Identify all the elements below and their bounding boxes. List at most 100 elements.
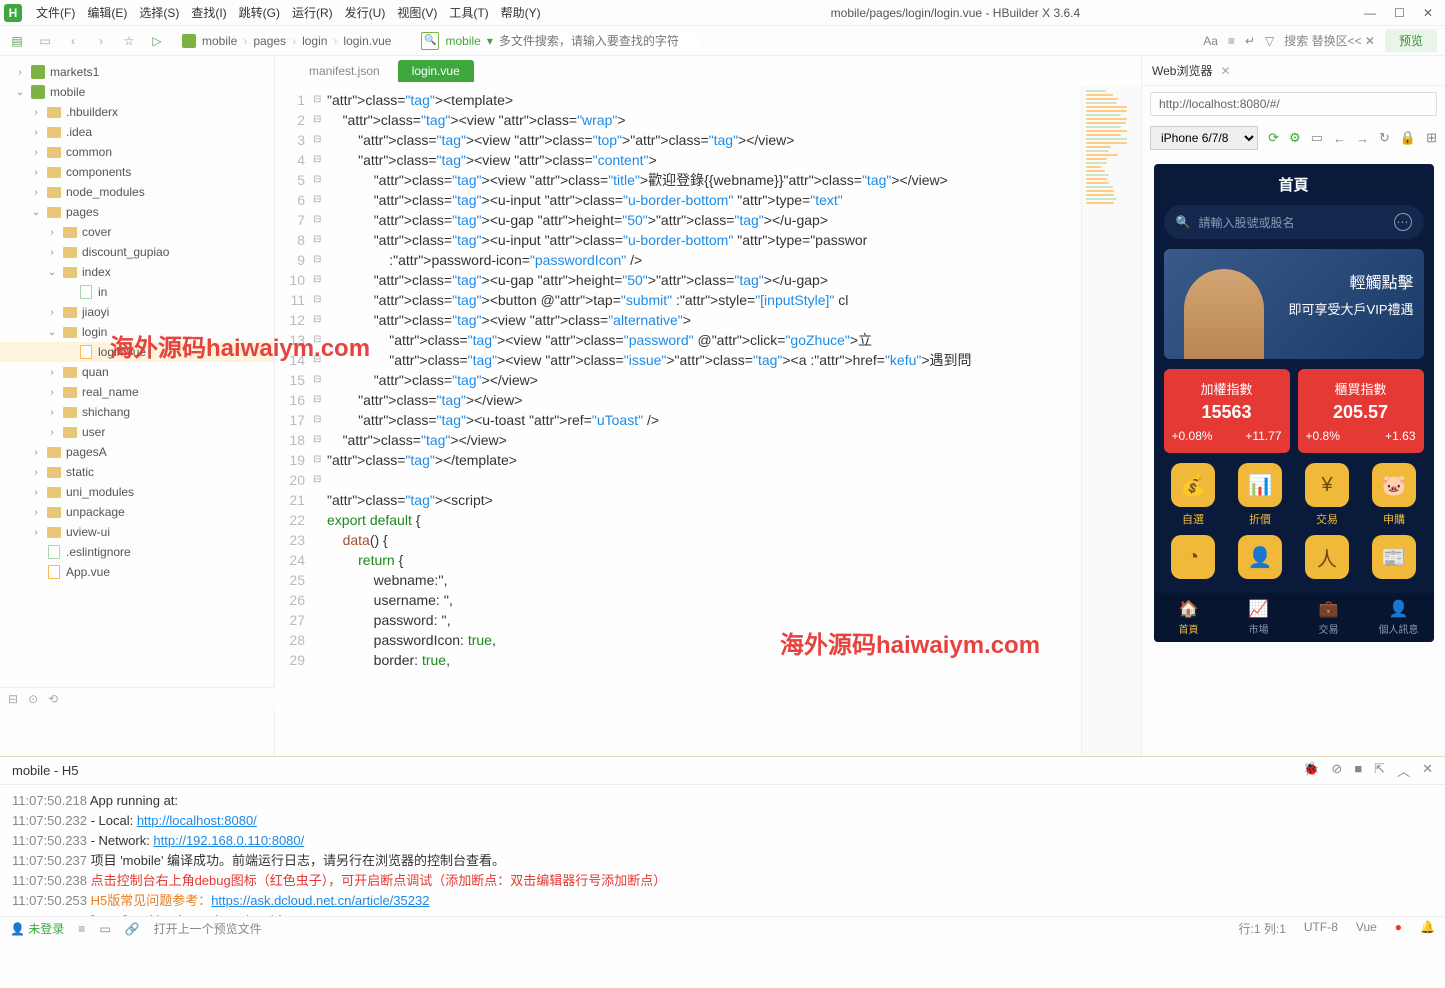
tabbar-item[interactable]: 🏠首頁 — [1154, 599, 1224, 636]
feature-icon[interactable]: ¥交易 — [1298, 463, 1357, 527]
forward-icon[interactable]: › — [92, 32, 110, 50]
expand-icon[interactable]: ⇱ — [1374, 761, 1385, 780]
tree-item-Appvue[interactable]: App.vue — [0, 562, 274, 582]
menu-item[interactable]: 运行(R) — [286, 4, 339, 21]
menu-item[interactable]: 跳转(G) — [233, 4, 286, 21]
filter-icon[interactable]: ▽ — [1265, 34, 1274, 48]
run-icon[interactable]: ▷ — [148, 32, 166, 50]
language-mode[interactable]: Vue — [1356, 920, 1377, 937]
project-selector[interactable]: mobile — [445, 34, 480, 48]
device-icon[interactable]: ▭ — [1311, 130, 1323, 146]
menu-item[interactable]: 查找(I) — [185, 4, 232, 21]
text-format-icon[interactable]: Aa — [1203, 34, 1218, 48]
sync-status-icon[interactable]: ● — [1395, 920, 1402, 937]
back-icon[interactable]: ‹ — [64, 32, 82, 50]
browser-tab-label[interactable]: Web浏览器 — [1152, 62, 1212, 79]
tree-item-cover[interactable]: ›cover — [0, 222, 274, 242]
bell-icon[interactable]: 🔔 — [1420, 920, 1435, 937]
editor-tab[interactable]: login.vue — [398, 60, 474, 82]
preview-button[interactable]: 预览 — [1385, 29, 1437, 52]
reload-icon[interactable]: ↻ — [1379, 130, 1390, 146]
device-select[interactable]: iPhone 6/7/8 — [1150, 126, 1258, 150]
tree-item-uviewui[interactable]: ›uview-ui — [0, 522, 274, 542]
url-input[interactable]: http://localhost:8080/#/ — [1150, 92, 1437, 116]
menu-item[interactable]: 发行(U) — [339, 4, 392, 21]
console-tab[interactable]: mobile - H5 — [12, 763, 78, 778]
tree-item-index[interactable]: ⌄index — [0, 262, 274, 282]
bug-icon[interactable]: 🐞 — [1303, 761, 1319, 780]
search-bar[interactable]: 🔍 請輸入股號或股名 ⋯ — [1164, 205, 1424, 239]
feature-icon[interactable]: 人 — [1298, 535, 1357, 583]
search-icon[interactable]: ⊙ — [28, 692, 38, 706]
back-icon[interactable]: ← — [1333, 131, 1346, 146]
save-icon[interactable]: ▭ — [36, 32, 54, 50]
wrap-icon[interactable]: ↵ — [1245, 34, 1255, 48]
tree-item-mobile[interactable]: ⌄mobile — [0, 82, 274, 102]
refresh-icon[interactable]: ⟳ — [1268, 130, 1279, 146]
feature-icon[interactable]: 👤 — [1231, 535, 1290, 583]
encoding[interactable]: UTF-8 — [1304, 920, 1338, 937]
tree-item-pagesA[interactable]: ›pagesA — [0, 442, 274, 462]
menu-item[interactable]: 编辑(E) — [81, 4, 133, 21]
close-icon[interactable]: ✕ — [1423, 6, 1433, 20]
maximize-icon[interactable]: ☐ — [1394, 6, 1405, 20]
editor-tab[interactable]: manifest.json — [295, 60, 394, 82]
minimap[interactable] — [1081, 86, 1141, 756]
breadcrumb-item[interactable]: pages — [253, 34, 286, 48]
tree-item-uni_modules[interactable]: ›uni_modules — [0, 482, 274, 502]
list-icon[interactable]: ≡ — [78, 922, 85, 936]
tree-item-user[interactable]: ›user — [0, 422, 274, 442]
feature-icon[interactable]: 📰 — [1365, 535, 1424, 583]
breadcrumb-item[interactable]: login.vue — [343, 34, 391, 48]
tabbar-item[interactable]: 👤個人訊息 — [1364, 599, 1434, 636]
tree-item-hbuilderx[interactable]: ›.hbuilderx — [0, 102, 274, 122]
tree-item-pages[interactable]: ⌄pages — [0, 202, 274, 222]
index-card[interactable]: 加權指數15563+0.08%+11.77 — [1164, 369, 1290, 453]
tree-item-static[interactable]: ›static — [0, 462, 274, 482]
qr-icon[interactable]: ⊞ — [1426, 130, 1437, 146]
tree-item-quan[interactable]: ›quan — [0, 362, 274, 382]
breadcrumb-item[interactable]: mobile — [202, 34, 237, 48]
tree-item-real_name[interactable]: ›real_name — [0, 382, 274, 402]
menu-item[interactable]: 帮助(Y) — [495, 4, 547, 21]
banner[interactable]: 輕觸點擊 即可享受大戶VIP禮遇 — [1164, 249, 1424, 359]
tree-item-login[interactable]: ⌄login — [0, 322, 274, 342]
close-icon[interactable]: ✕ — [1220, 64, 1230, 78]
close-console-icon[interactable]: ✕ — [1422, 761, 1433, 780]
menu-item[interactable]: 选择(S) — [133, 4, 185, 21]
feature-icon[interactable]: 📊折價 — [1231, 463, 1290, 527]
menu-item[interactable]: 文件(F) — [30, 4, 81, 21]
tree-item-markets1[interactable]: ›markets1 — [0, 62, 274, 82]
feature-icon[interactable]: 🐷申購 — [1365, 463, 1424, 527]
chevron-up-icon[interactable]: ︿ — [1397, 761, 1410, 780]
tree-item-discount_gupiao[interactable]: ›discount_gupiao — [0, 242, 274, 262]
global-search-icon[interactable]: 🔍 — [421, 32, 439, 50]
tabbar-item[interactable]: 📈市場 — [1224, 599, 1294, 636]
indent-icon[interactable]: ≡ — [1228, 34, 1235, 48]
lock-icon[interactable]: 🔒 — [1400, 130, 1416, 146]
console-output[interactable]: 11:07:50.218 App running at:11:07:50.232… — [0, 785, 1445, 916]
tree-item-idea[interactable]: ›.idea — [0, 122, 274, 142]
tree-item-in[interactable]: in — [0, 282, 274, 302]
sync-icon[interactable]: ⟲ — [48, 692, 58, 706]
tree-item-common[interactable]: ›common — [0, 142, 274, 162]
outline-icon[interactable]: ⊟ — [8, 692, 18, 706]
tree-item-loginvue[interactable]: login.vue — [0, 342, 274, 362]
terminal-icon[interactable]: ▭ — [99, 922, 110, 936]
tabbar-item[interactable]: 💼交易 — [1294, 599, 1364, 636]
code-editor[interactable]: "attr">class="tag"><template> "attr">cla… — [327, 86, 1081, 756]
tree-item-jiaoyi[interactable]: ›jiaoyi — [0, 302, 274, 322]
new-file-icon[interactable]: ▤ — [8, 32, 26, 50]
link-icon[interactable]: 🔗 — [125, 922, 140, 936]
chat-icon[interactable]: ⋯ — [1394, 213, 1412, 231]
feature-icon[interactable]: ◔ — [1164, 535, 1223, 583]
tree-item-shichang[interactable]: ›shichang — [0, 402, 274, 422]
star-icon[interactable]: ☆ — [120, 32, 138, 50]
stop-icon[interactable]: ■ — [1354, 761, 1362, 780]
clear-icon[interactable]: ⊘ — [1331, 761, 1342, 780]
search-input[interactable] — [499, 34, 699, 48]
tree-item-eslintignore[interactable]: .eslintignore — [0, 542, 274, 562]
tree-item-unpackage[interactable]: ›unpackage — [0, 502, 274, 522]
tree-item-node_modules[interactable]: ›node_modules — [0, 182, 274, 202]
index-card[interactable]: 櫃買指數205.57+0.8%+1.63 — [1298, 369, 1424, 453]
